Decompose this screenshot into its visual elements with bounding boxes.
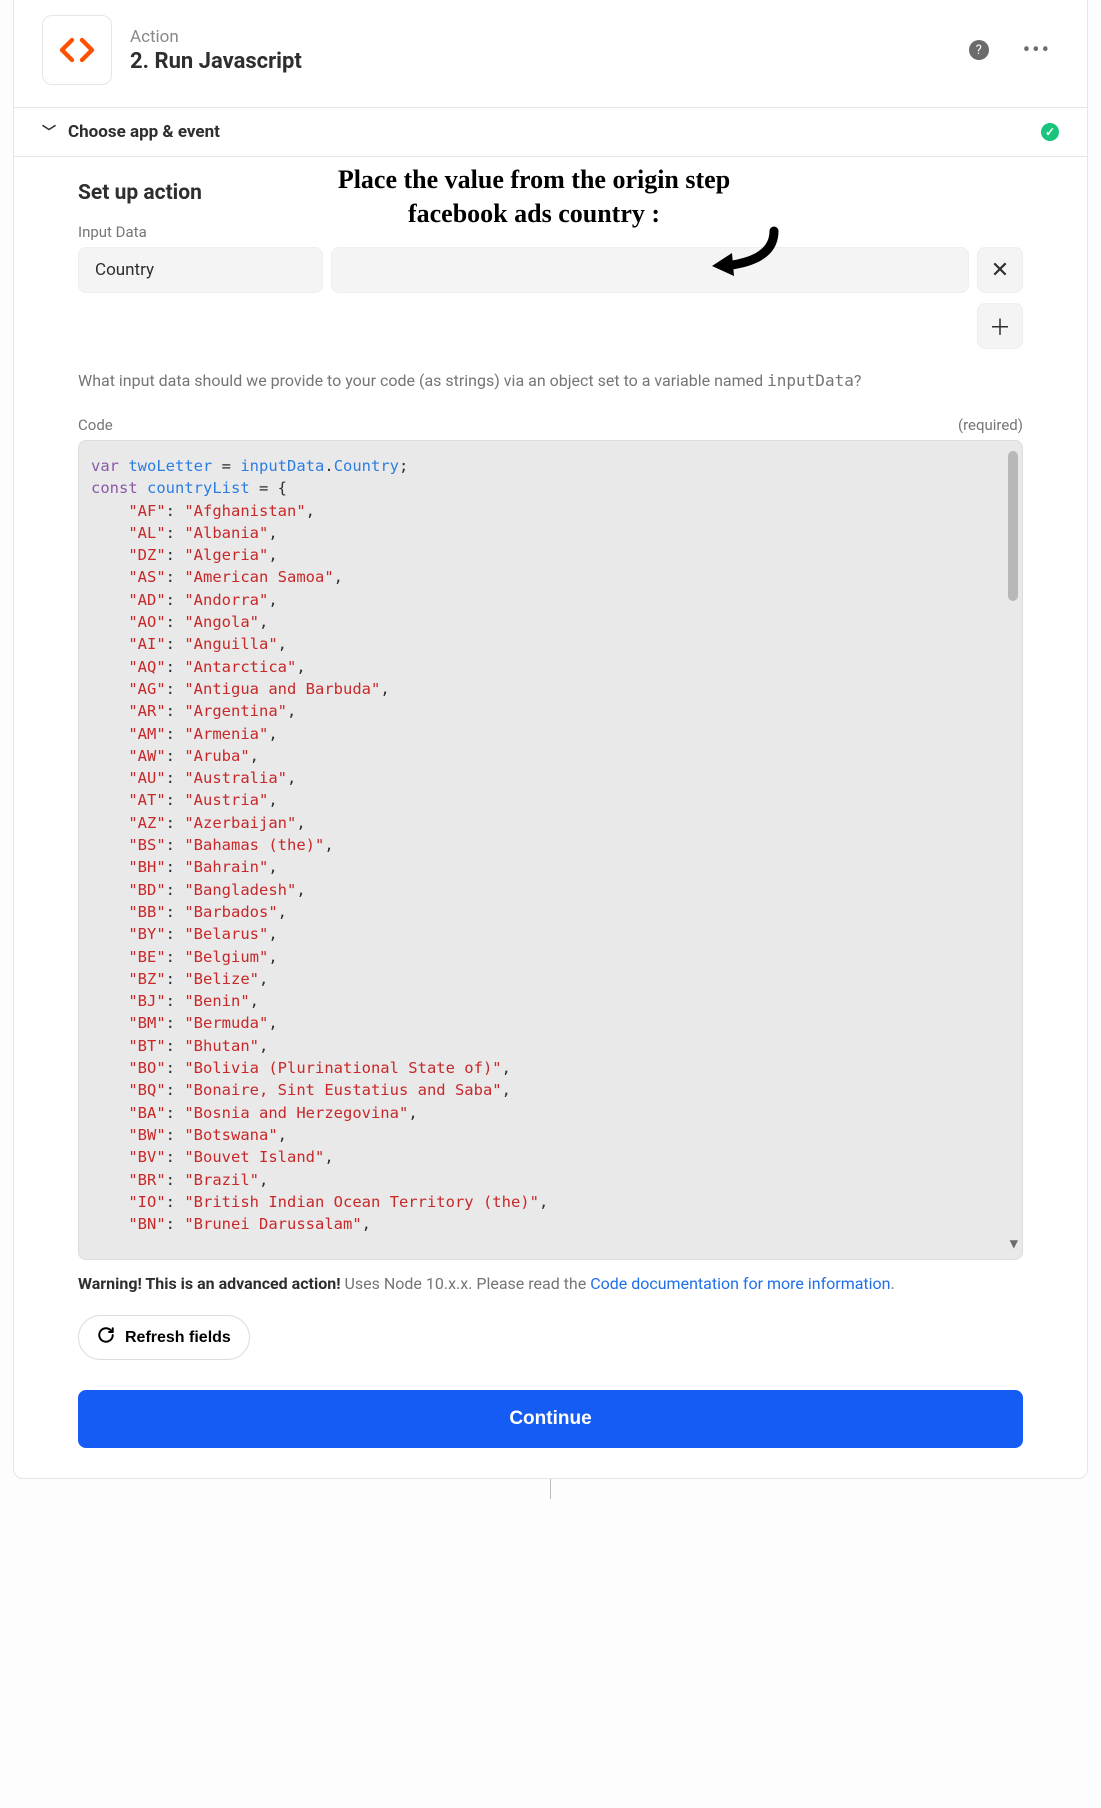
- plus-icon: ＋: [989, 310, 1011, 342]
- input-data-hint: What input data should we provide to you…: [78, 371, 1023, 390]
- action-title: 2. Run Javascript: [130, 49, 302, 74]
- handwritten-annotation: Place the value from the origin step fac…: [314, 163, 754, 231]
- chevron-down-icon: ﹀: [42, 122, 56, 142]
- input-data-key[interactable]: Country: [78, 247, 323, 293]
- input-data-value[interactable]: [331, 247, 969, 293]
- refresh-fields-button[interactable]: Refresh fields: [78, 1315, 250, 1360]
- connector-outgoing-icon: [550, 1479, 551, 1499]
- close-icon: ✕: [991, 258, 1009, 283]
- add-row-button[interactable]: ＋: [977, 303, 1023, 349]
- code-editor[interactable]: var twoLetter = inputData.Country; const…: [78, 440, 1023, 1260]
- scroll-down-icon[interactable]: ▼: [1010, 1233, 1018, 1255]
- action-card: Action 2. Run Javascript ? ••• ﹀ Choose …: [13, 0, 1088, 1479]
- scrollbar-thumb-icon[interactable]: [1008, 451, 1018, 601]
- more-icon[interactable]: •••: [1023, 38, 1051, 63]
- help-icon[interactable]: ?: [969, 40, 989, 60]
- continue-button[interactable]: Continue: [78, 1390, 1023, 1448]
- warning-text: Warning! This is an advanced action! Use…: [78, 1274, 1023, 1293]
- code-docs-link[interactable]: Code documentation for more information: [590, 1274, 890, 1293]
- app-code-icon: [42, 15, 112, 85]
- check-icon: ✓: [1041, 123, 1059, 141]
- choose-app-event-row[interactable]: ﹀ Choose app & event ✓: [14, 108, 1087, 157]
- action-subtitle: Action: [130, 27, 302, 47]
- code-required-label: (required): [958, 416, 1023, 434]
- code-label: Code: [78, 416, 113, 434]
- remove-row-button[interactable]: ✕: [977, 247, 1023, 293]
- handwritten-arrow-icon: [704, 221, 784, 281]
- refresh-icon: [97, 1326, 115, 1349]
- choose-app-event-label: Choose app & event: [68, 122, 220, 142]
